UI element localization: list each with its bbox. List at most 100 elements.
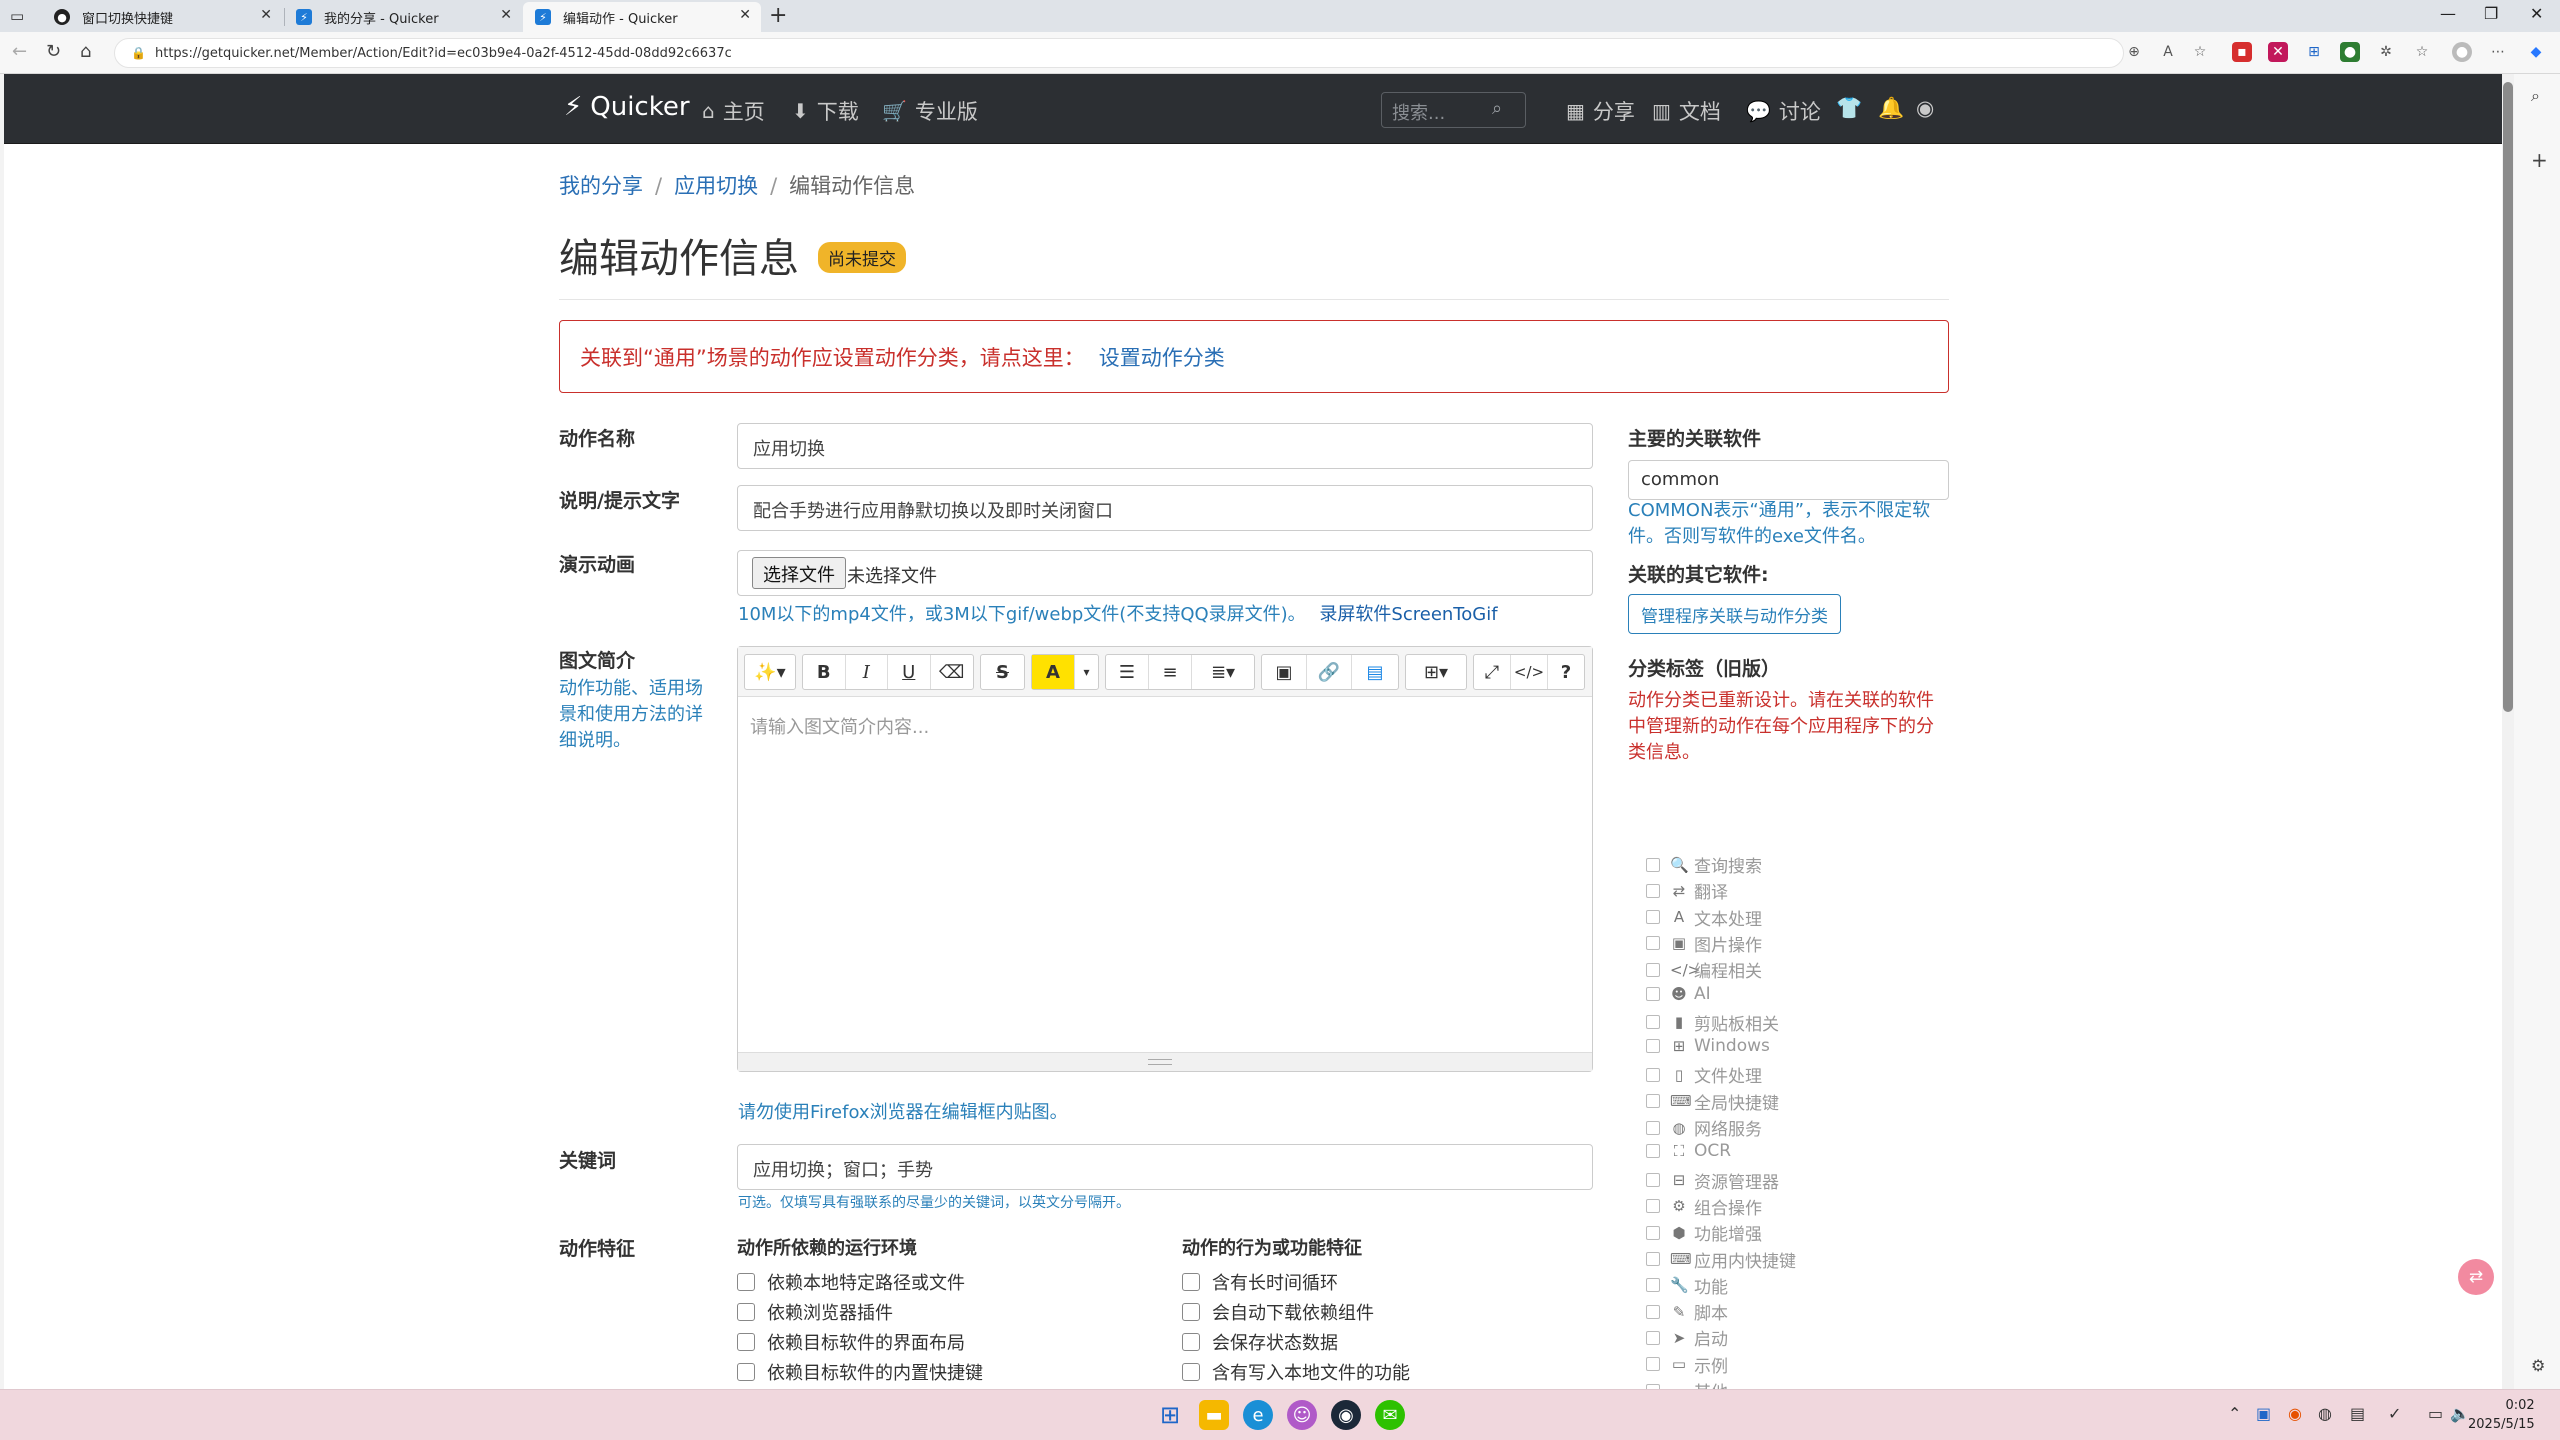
category-checkbox[interactable] [1646,910,1660,925]
search-icon[interactable]: ⌕ [1492,98,1502,119]
env-checkbox-3[interactable]: 依赖目标软件的界面布局 [737,1329,965,1355]
eraser-icon[interactable]: ⌫ [931,655,973,689]
refresh-icon[interactable]: ↻ [46,41,61,62]
sidebar-add-icon[interactable]: + [2531,148,2548,172]
category-item[interactable]: ☻ AI [1646,984,1711,1004]
category-checkbox[interactable] [1646,1067,1660,1082]
env-checkbox-2[interactable]: 依赖浏览器插件 [737,1299,893,1325]
env-checkbox-4[interactable]: 依赖目标软件的内置快捷键 [737,1359,983,1385]
close-tab-icon[interactable]: ✕ [500,7,512,23]
choose-file-button[interactable]: 选择文件 [752,557,846,589]
category-item[interactable]: ⛶ OCR [1646,1141,1731,1161]
italic-icon[interactable]: I [846,655,888,689]
category-checkbox[interactable] [1646,1252,1660,1266]
steam-icon[interactable]: ◉ [1331,1400,1361,1430]
category-item[interactable]: ◍ 网络服务 [1646,1115,1762,1140]
category-item[interactable]: 🔧 功能 [1646,1273,1728,1298]
file-explorer-icon[interactable]: ▬ [1199,1400,1229,1430]
category-checkbox[interactable] [1646,1330,1660,1345]
url-field[interactable]: 🔒 https://getquicker.net/Member/Action/E… [114,38,2124,68]
copilot-icon[interactable]: ◆ [2526,42,2546,62]
close-tab-icon[interactable]: ✕ [260,7,272,23]
sidebar-settings-icon[interactable]: ⚙ [2531,1356,2545,1375]
tray-app-icon[interactable]: ▣ [2256,1404,2271,1423]
action-name-input[interactable]: 应用切换 [737,423,1593,469]
sidebar-search-icon[interactable]: ⌕ [2531,86,2540,106]
tray-app-icon[interactable]: ◉ [2288,1404,2302,1423]
category-item[interactable]: A 文本处理 [1646,905,1762,930]
category-item[interactable]: ⚙ 组合操作 [1646,1194,1762,1219]
new-tab-icon[interactable]: + [769,3,787,28]
category-checkbox[interactable] [1646,1173,1660,1188]
nav-share[interactable]: ▦ 分享 [1566,96,1635,126]
category-item[interactable]: ⊞ Windows [1646,1036,1770,1056]
category-checkbox[interactable] [1646,1278,1660,1293]
taskbar-clock[interactable]: 0:02 2025/5/15 [2468,1396,2535,1434]
category-item[interactable]: ▰ 其他 [1646,1378,1728,1389]
keywords-input[interactable]: 应用切换；窗口；手势 [737,1144,1593,1190]
set-category-link[interactable]: 设置动作分类 [1099,342,1225,372]
quicker-logo[interactable]: ⚡ Quicker [564,92,690,122]
magic-style-icon[interactable]: ✨▾ [745,655,795,689]
category-item[interactable]: ⊟ 资源管理器 [1646,1168,1779,1193]
description-input[interactable]: 配合手势进行应用静默切换以及即时关闭窗口 [737,485,1593,531]
extension-pink-icon[interactable]: ✕ [2268,42,2288,62]
category-checkbox[interactable] [1646,1039,1660,1054]
app-purple-icon[interactable]: ☺ [1287,1400,1317,1430]
nav-home[interactable]: ⌂ 主页 [702,96,765,126]
profile-avatar[interactable]: ● [2452,42,2472,62]
more-menu-icon[interactable]: ⋯ [2488,42,2508,62]
manage-associations-button[interactable]: 管理程序关联与动作分类 [1628,594,1841,634]
category-item[interactable]: ▮ 剪贴板相关 [1646,1010,1779,1035]
network-icon[interactable]: ▭ [2428,1404,2443,1423]
favorite-star-icon[interactable]: ☆ [2190,42,2210,62]
tray-check-icon[interactable]: ✓ [2388,1404,2401,1423]
category-checkbox[interactable] [1646,1120,1660,1135]
color-dropdown-icon[interactable]: ▾ [1075,655,1098,689]
rich-text-editor[interactable]: ✨▾ B I U ⌫ S A ▾ ☰ ≡ ≣▾ ▣ 🔗 ▤ ⊞▾ ⤢ </> ?… [737,646,1593,1072]
back-icon[interactable]: ← [12,41,27,62]
shirt-icon[interactable]: 👕 [1836,96,1862,121]
nav-pro[interactable]: 🛒 专业版 [882,96,978,126]
browser-tab-1[interactable]: ● 窗口切换快捷键 ✕ [42,2,282,32]
nav-discuss[interactable]: 💬 讨论 [1746,96,1821,126]
extension-red-icon[interactable]: ▪ [2232,42,2252,62]
category-item[interactable]: ▣ 图片操作 [1646,931,1762,956]
category-checkbox[interactable] [1646,1357,1660,1372]
strikethrough-icon[interactable]: S [981,655,1024,689]
help-icon[interactable]: ? [1548,655,1584,689]
maximize-icon[interactable]: ❐ [2484,4,2498,23]
extension-green-icon[interactable]: ● [2340,42,2360,62]
editor-resize-handle[interactable] [738,1052,1592,1071]
underline-icon[interactable]: U [888,655,931,689]
main-app-input[interactable]: common [1628,460,1949,500]
code-view-icon[interactable]: </> [1511,655,1548,689]
page-scrollbar-thumb[interactable] [2503,82,2513,712]
category-item[interactable]: ⌨ 全局快捷键 [1646,1089,1779,1114]
category-item[interactable]: ⇄ 翻译 [1646,878,1728,903]
breadcrumb-my-share[interactable]: 我的分享 [559,174,643,198]
category-item[interactable]: ⌨ 应用内快捷键 [1646,1247,1796,1272]
extension-blue-icon[interactable]: ⊞ [2304,42,2324,62]
zoom-icon[interactable]: ⊕ [2124,42,2144,62]
tray-keyboard-icon[interactable]: ▤ [2350,1404,2365,1423]
category-checkbox[interactable] [1646,962,1660,977]
nav-download[interactable]: ⬇ 下载 [792,96,859,126]
start-windows-icon[interactable]: ⊞ [1155,1400,1185,1430]
volume-icon[interactable]: 🔈 [2450,1404,2470,1423]
category-item[interactable]: </> 编程相关 [1646,957,1762,982]
link-icon[interactable]: 🔗 [1307,655,1352,689]
fullscreen-icon[interactable]: ⤢ [1474,655,1511,689]
wechat-icon[interactable]: ✉ [1375,1400,1405,1430]
category-checkbox[interactable] [1646,1304,1660,1319]
extensions-puzzle-icon[interactable]: ✲ [2376,42,2396,62]
home-icon[interactable]: ⌂ [80,41,91,62]
behavior-checkbox-1[interactable]: 含有长时间循环 [1182,1269,1338,1295]
browser-tab-2[interactable]: ⚡ 我的分享 - Quicker ✕ [284,2,522,32]
category-checkbox[interactable] [1646,936,1660,951]
category-item[interactable]: ✎ 脚本 [1646,1299,1728,1324]
translate-float-button[interactable]: ⇄ [2458,1259,2494,1295]
tray-chevron-icon[interactable]: ⌃ [2228,1404,2241,1423]
font-color-icon[interactable]: A [1032,655,1075,689]
calendar-icon[interactable]: ▤ [1352,655,1398,689]
